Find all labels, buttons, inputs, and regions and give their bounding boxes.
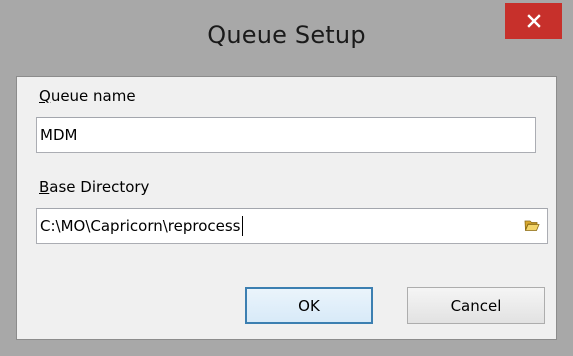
close-button[interactable] xyxy=(505,3,562,39)
queue-name-input[interactable]: MDM xyxy=(36,117,536,153)
browse-button[interactable] xyxy=(521,216,543,238)
text-caret xyxy=(241,216,243,236)
base-directory-label: Base Directory xyxy=(39,178,150,196)
folder-icon xyxy=(524,218,540,236)
dialog-window: Queue Setup Queue name MDM Base Director… xyxy=(0,0,573,356)
ok-button[interactable]: OK xyxy=(245,287,373,324)
queue-name-value: MDM xyxy=(40,126,78,144)
dialog-title: Queue Setup xyxy=(207,21,366,49)
close-icon xyxy=(526,14,541,28)
cancel-button[interactable]: Cancel xyxy=(407,287,545,324)
base-directory-value: C:\MO\Capricorn\reprocess xyxy=(40,217,241,235)
base-directory-input[interactable]: C:\MO\Capricorn\reprocess xyxy=(36,208,548,244)
queue-name-label: Queue name xyxy=(39,87,136,105)
dialog-client-area: Queue name MDM Base Directory C:\MO\Capr… xyxy=(16,76,557,340)
title-bar[interactable]: Queue Setup xyxy=(0,0,573,76)
